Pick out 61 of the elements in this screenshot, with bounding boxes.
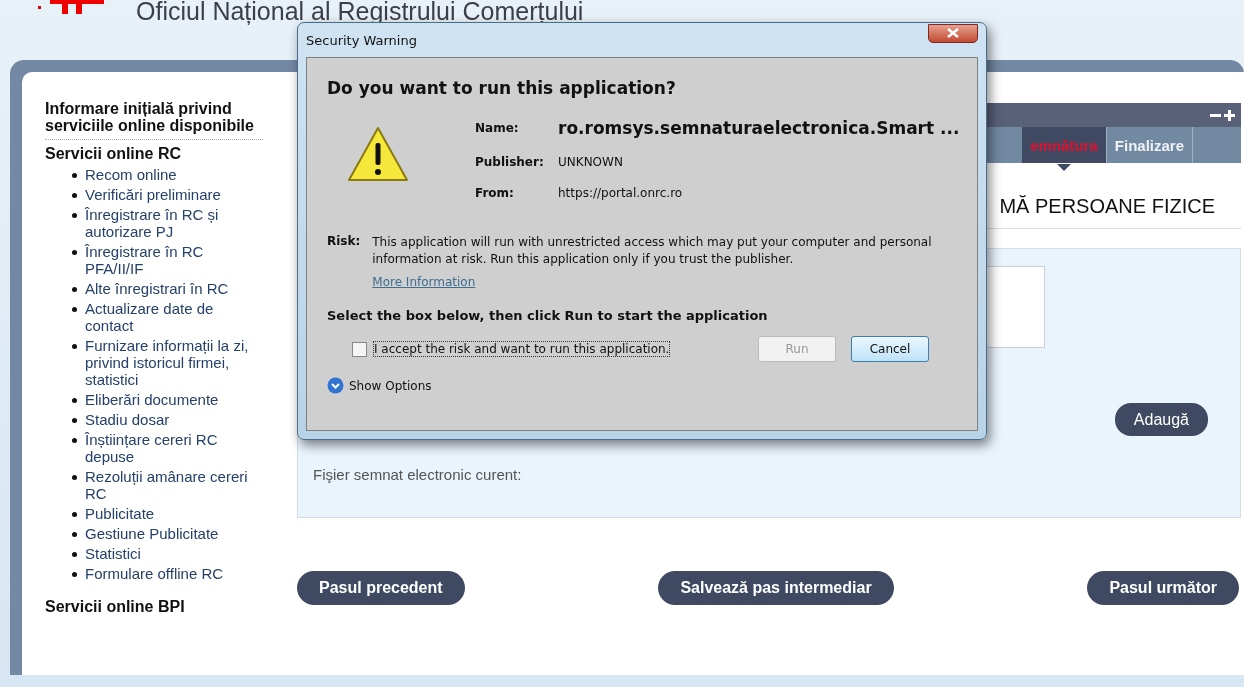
sidebar-link[interactable]: Publicitate [85, 505, 263, 522]
accept-checkbox[interactable] [352, 341, 367, 357]
dialog-button[interactable]: Cancel [851, 336, 929, 362]
section-heading: Servicii online RC [45, 145, 183, 163]
sidebar-link[interactable]: Înregistrare în RC și autorizare PJ [85, 206, 263, 240]
add-button[interactable]: Adaugă [1114, 403, 1208, 436]
section-heading: Servicii online BPI [45, 598, 186, 616]
step-button[interactable]: Pasul următor [1087, 571, 1239, 605]
bullet-icon [72, 307, 77, 312]
dialog-question: Do you want to run this application? [327, 78, 677, 98]
intro-heading: Informare inițială privind serviciile online disponibile [45, 100, 263, 140]
bullet-icon [72, 572, 77, 577]
dialog-title: Security Warning [306, 32, 417, 48]
close-button[interactable] [928, 23, 978, 43]
sidebar-link[interactable]: Stadiu dosar [85, 411, 263, 428]
bullet-icon [72, 532, 77, 537]
step-button[interactable]: Salvează pas intermediar [658, 571, 894, 605]
field-value: https://portal.onrc.ro [558, 186, 684, 200]
bullet-icon [72, 193, 77, 198]
warning-icon [347, 126, 409, 182]
bullet-icon [72, 398, 77, 403]
field-label: Name: [475, 121, 520, 135]
bullet-icon [72, 213, 77, 218]
pointer-icon [1057, 164, 1072, 171]
bullet-icon [72, 250, 77, 255]
field-label: From: [475, 186, 515, 200]
sidebar-link[interactable]: Actualizare date de contact [85, 300, 263, 334]
bullet-icon [72, 475, 77, 480]
chevron-icon [327, 377, 344, 394]
page-heading: MĂ PERSOANE FIZICE [999, 195, 1215, 218]
more-info-link[interactable]: More Information [372, 274, 476, 291]
field-value: ro.romsys.semnaturaelectronica.Smart ... [558, 118, 960, 138]
field-value: UNKNOWN [558, 155, 624, 169]
sidebar-link[interactable]: Furnizare informații la zi, privind istoricul firmei, statistici [85, 337, 263, 388]
field-label: Publisher: [475, 155, 545, 169]
bullet-icon [72, 512, 77, 517]
plus-icon[interactable] [1224, 109, 1235, 121]
sidebar-link[interactable]: Gestiune Publicitate [85, 525, 263, 542]
instruction-text: Select the box below, then click Run to start the application [327, 308, 769, 323]
step-button[interactable]: Pasul precedent [297, 571, 465, 605]
bullet-icon [72, 552, 77, 557]
sidebar-link[interactable]: Verificări preliminare [85, 186, 263, 203]
bullet-icon [72, 173, 77, 178]
bullet-icon [72, 438, 77, 443]
sidebar-link[interactable]: Înregistrare în RC PFA/II/IF [85, 243, 263, 277]
current-file-label: Fişier semnat electronic curent: [313, 466, 523, 483]
close-icon [947, 28, 959, 38]
sidebar-link[interactable]: Rezoluții amânare cereri RC [85, 468, 263, 502]
sidebar-link[interactable]: Formulare offline RC [85, 565, 263, 582]
risk-label: Risk: [327, 234, 361, 250]
bullet-icon [72, 344, 77, 349]
sidebar-link[interactable]: Eliberări documente [85, 391, 263, 408]
checkbox-label: I accept the risk and want to run this application. [373, 341, 671, 357]
bullet-icon [72, 287, 77, 292]
sidebar-link[interactable]: Recom online [85, 166, 263, 183]
show-options-button[interactable]: Show Options [327, 377, 432, 394]
sidebar-link[interactable]: Înștiințare cereri RC depuse [85, 431, 263, 465]
sidebar-link[interactable]: Alte înregistrari în RC [85, 280, 263, 297]
risk-text: This application will run with unrestricted access which may put your computer and personal information at risk. Run this application only if you trust the publisher. [372, 234, 933, 268]
bullet-icon [72, 418, 77, 423]
sidebar-link[interactable]: Statistici [85, 545, 263, 562]
